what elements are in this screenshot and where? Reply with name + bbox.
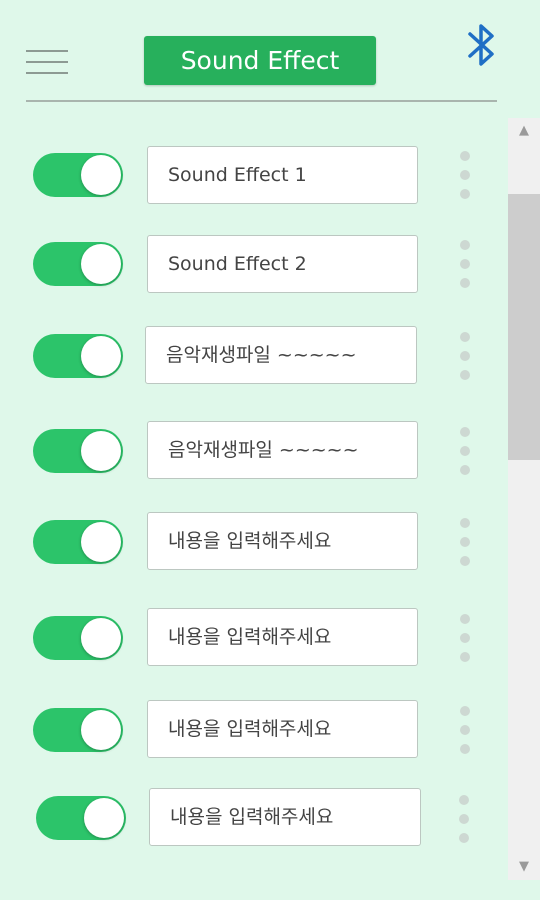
more-options-icon[interactable]	[460, 614, 470, 664]
scrollbar[interactable]: ▲ ▼	[508, 118, 540, 880]
list-item: 내용을 입력해주세요	[0, 512, 505, 572]
enable-toggle[interactable]	[33, 429, 123, 473]
list-item: 음악재생파일 ~~~~~	[0, 421, 505, 481]
list-item: 내용을 입력해주세요	[0, 608, 505, 668]
page-title: Sound Effect	[144, 36, 376, 85]
toggle-knob	[81, 431, 121, 471]
more-options-icon[interactable]	[460, 151, 470, 201]
list-item: 내용을 입력해주세요	[0, 700, 505, 760]
more-options-icon[interactable]	[460, 518, 470, 568]
more-options-icon[interactable]	[460, 706, 470, 756]
enable-toggle[interactable]	[33, 520, 123, 564]
scroll-down-arrow-icon[interactable]: ▼	[508, 854, 540, 880]
toggle-knob	[84, 798, 124, 838]
enable-toggle[interactable]	[33, 334, 123, 378]
bluetooth-icon[interactable]	[464, 20, 500, 72]
more-options-icon[interactable]	[459, 795, 469, 845]
toggle-knob	[81, 244, 121, 284]
header-divider	[26, 100, 497, 102]
sound-name-field[interactable]: Sound Effect 2	[147, 235, 418, 293]
toggle-knob	[81, 155, 121, 195]
enable-toggle[interactable]	[33, 616, 123, 660]
scroll-up-arrow-icon[interactable]: ▲	[508, 118, 540, 144]
toggle-knob	[81, 710, 121, 750]
sound-name-field[interactable]: 내용을 입력해주세요	[147, 608, 418, 666]
toggle-knob	[81, 618, 121, 658]
toggle-knob	[81, 522, 121, 562]
toggle-knob	[81, 336, 121, 376]
more-options-icon[interactable]	[460, 240, 470, 290]
list-item: Sound Effect 1	[0, 146, 505, 206]
more-options-icon[interactable]	[460, 332, 470, 382]
sound-name-field[interactable]: 내용을 입력해주세요	[149, 788, 421, 846]
enable-toggle[interactable]	[36, 796, 126, 840]
sound-name-field[interactable]: Sound Effect 1	[147, 146, 418, 204]
enable-toggle[interactable]	[33, 153, 123, 197]
list-item: Sound Effect 2	[0, 235, 505, 295]
enable-toggle[interactable]	[33, 708, 123, 752]
sound-name-field[interactable]: 음악재생파일 ~~~~~	[145, 326, 417, 384]
enable-toggle[interactable]	[33, 242, 123, 286]
hamburger-menu-icon[interactable]	[26, 50, 68, 76]
more-options-icon[interactable]	[460, 427, 470, 477]
scrollbar-thumb[interactable]	[508, 194, 540, 460]
list-item: 내용을 입력해주세요	[0, 788, 505, 848]
sound-name-field[interactable]: 내용을 입력해주세요	[147, 700, 418, 758]
sound-name-field[interactable]: 음악재생파일 ~~~~~	[147, 421, 418, 479]
sound-name-field[interactable]: 내용을 입력해주세요	[147, 512, 418, 570]
list-item: 음악재생파일 ~~~~~	[0, 325, 505, 385]
sound-effect-list: Sound Effect 1 Sound Effect 2 음악재생파일 ~~~…	[0, 120, 505, 880]
